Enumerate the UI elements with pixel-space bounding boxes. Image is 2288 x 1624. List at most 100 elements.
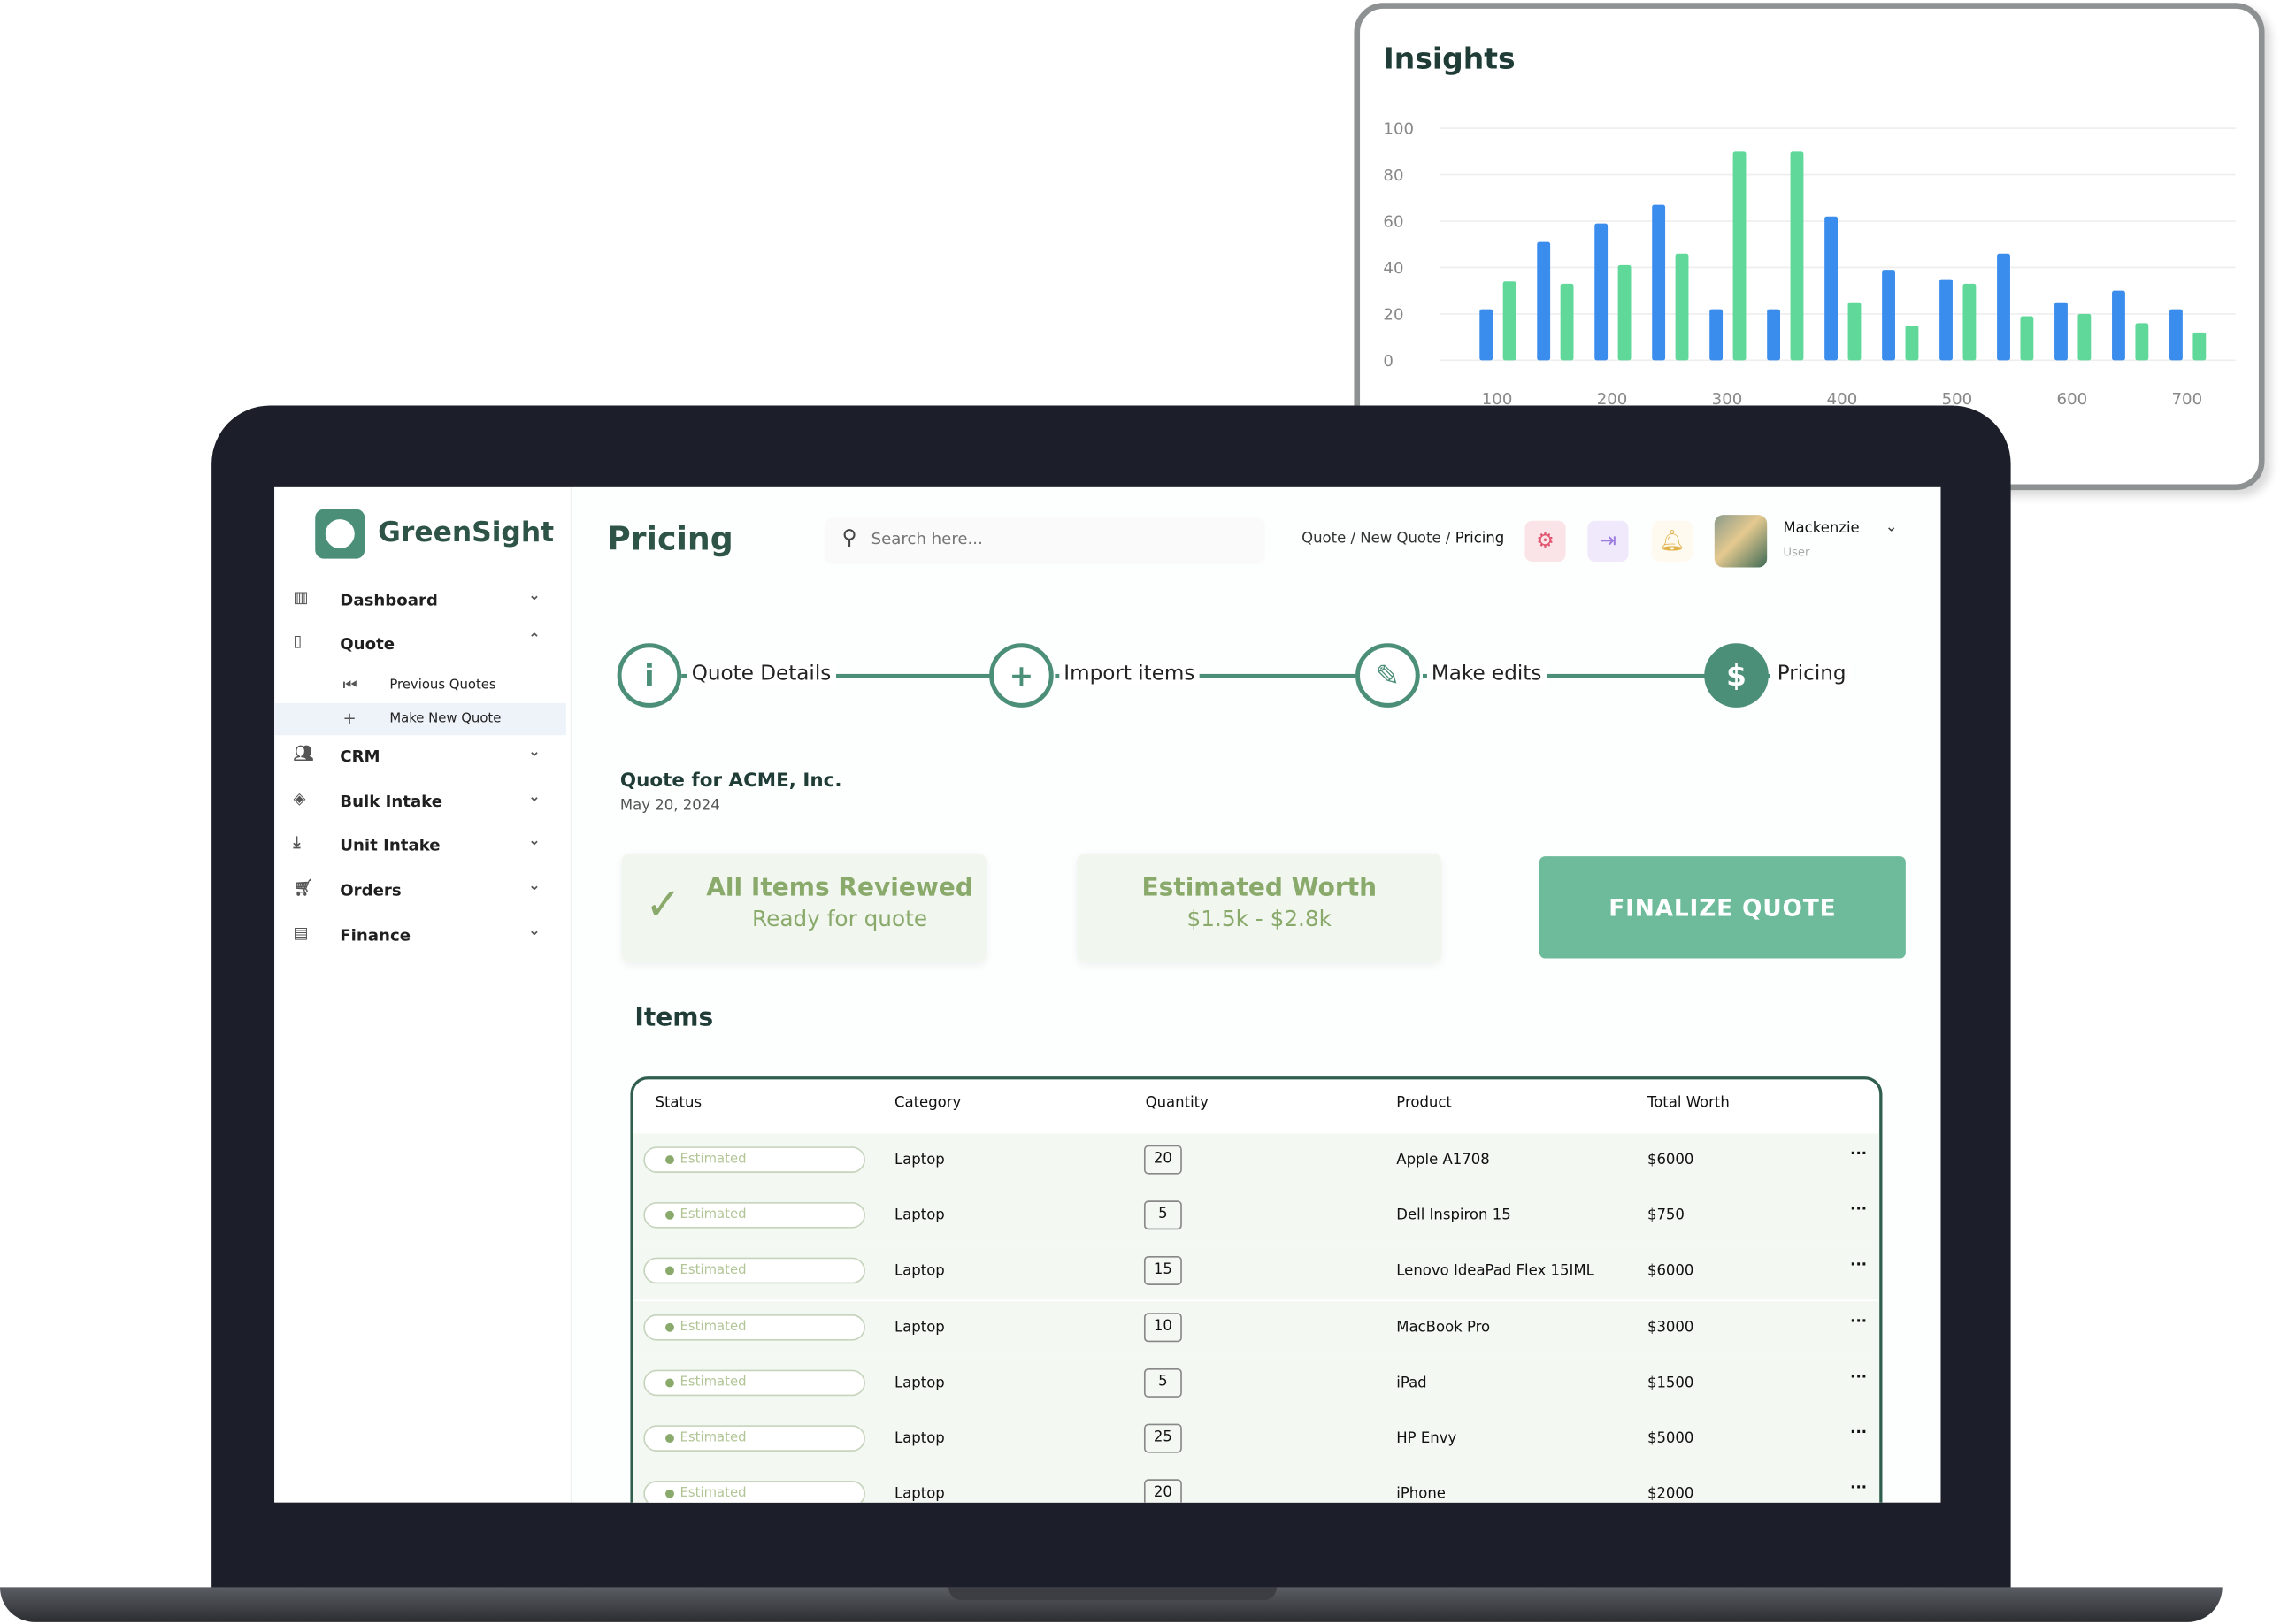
items-reviewed-card: ✓ All Items Reviewed Ready for quote xyxy=(621,853,987,963)
col-category[interactable]: Category xyxy=(894,1096,961,1112)
step-label-4[interactable]: Pricing xyxy=(1772,662,1851,686)
settings-button[interactable]: ⚙ xyxy=(1524,520,1566,562)
greensight-logo-icon[interactable] xyxy=(315,509,365,559)
status-badge: Estimated xyxy=(643,1425,865,1452)
table-row[interactable]: Estimated Laptop 10 MacBook Pro $3000 ··… xyxy=(633,1300,1880,1357)
table-row[interactable]: Estimated Laptop 25 HP Envy $5000 ··· xyxy=(633,1412,1880,1468)
more-options-icon[interactable]: ··· xyxy=(1850,1369,1867,1385)
more-options-icon[interactable]: ··· xyxy=(1850,1481,1867,1497)
pencil-icon[interactable]: ✎ xyxy=(1355,643,1420,708)
user-name[interactable]: Mackenzie xyxy=(1783,521,1859,537)
col-quantity[interactable]: Quantity xyxy=(1146,1096,1209,1112)
sidebar-item-quote[interactable]: ▯ Quote ⌃ xyxy=(274,627,566,663)
logout-button[interactable]: ⇥ xyxy=(1587,520,1629,562)
table-row[interactable]: Estimated Laptop 5 Dell Inspiron 15 $750… xyxy=(633,1189,1880,1245)
plus-icon[interactable]: + xyxy=(989,643,1054,708)
step-label-2[interactable]: Import items xyxy=(1059,662,1200,686)
cell-category: Laptop xyxy=(894,1207,945,1224)
sidebar-subitem-label: Previous Quotes xyxy=(389,678,496,693)
bar-series2-500 xyxy=(1962,283,1977,361)
status-badge: Estimated xyxy=(643,1146,865,1173)
reviewed-subtitle: Ready for quote xyxy=(752,906,928,932)
col-product[interactable]: Product xyxy=(1396,1096,1452,1112)
cell-product: iPhone xyxy=(1396,1486,1446,1503)
col-total-worth[interactable]: Total Worth xyxy=(1647,1096,1730,1112)
sidebar-subitem-previous-quotes[interactable]: ⏮︎ Previous Quotes xyxy=(274,670,566,701)
sidebar-subitem-make-new-quote[interactable]: + Make New Quote xyxy=(274,702,566,736)
step-label-3[interactable]: Make edits xyxy=(1426,662,1547,686)
cell-total-worth: $750 xyxy=(1647,1207,1685,1224)
users-icon: 👥︎ xyxy=(293,744,314,763)
table-row[interactable]: Estimated Laptop 20 iPhone $2000 ··· xyxy=(633,1467,1880,1503)
y-tick-label: 20 xyxy=(1383,306,1403,325)
bar-series1-500 xyxy=(1939,279,1953,361)
more-options-icon[interactable]: ··· xyxy=(1850,1425,1867,1441)
quantity-field[interactable]: 5 xyxy=(1143,1367,1182,1398)
sidebar-item-bulk-intake[interactable]: ◈ Bulk Intake ⌄ xyxy=(274,785,566,820)
estimated-worth-card: Estimated Worth $1.5k - $2.8k xyxy=(1077,853,1442,963)
chevron-up-icon[interactable]: ⌃ xyxy=(528,632,541,647)
quantity-field[interactable]: 25 xyxy=(1143,1423,1182,1453)
breadcrumb-quote[interactable]: Quote xyxy=(1301,531,1346,547)
worth-value: $1.5k - $2.8k xyxy=(1186,906,1332,932)
more-options-icon[interactable]: ··· xyxy=(1850,1314,1867,1329)
bar-series1-150 xyxy=(1537,241,1551,361)
table-row[interactable]: Estimated Laptop 5 iPad $1500 ··· xyxy=(633,1356,1880,1413)
quantity-field[interactable]: 20 xyxy=(1143,1145,1182,1175)
bar-series2-150 xyxy=(1560,283,1574,361)
notifications-button[interactable]: 🔔︎ xyxy=(1651,520,1693,562)
more-options-icon[interactable]: ··· xyxy=(1850,1258,1867,1274)
finalize-quote-button[interactable]: FINALIZE QUOTE xyxy=(1539,856,1906,959)
cell-category: Laptop xyxy=(894,1375,945,1392)
sidebar: GreenSight ▥ Dashboard ⌄ ▯ Quote ⌃ 👥︎ CR… xyxy=(274,486,572,1503)
bar-series2-600 xyxy=(2077,313,2092,361)
gear-icon: ⚙ xyxy=(1536,529,1555,554)
cell-category: Laptop xyxy=(894,1430,945,1448)
cell-total-worth: $1500 xyxy=(1647,1375,1694,1392)
table-row[interactable]: Estimated Laptop 15 Lenovo IdeaPad Flex … xyxy=(633,1245,1880,1301)
chevron-down-icon[interactable]: ⌄ xyxy=(528,588,541,604)
user-role: User xyxy=(1783,545,1810,559)
chevron-down-icon[interactable]: ⌄ xyxy=(1885,519,1898,535)
y-tick-label: 80 xyxy=(1383,166,1403,185)
sidebar-item-label: Orders xyxy=(340,881,402,900)
status-badge: Estimated xyxy=(643,1258,865,1284)
sidebar-item-unit-intake[interactable]: ⤓ Unit Intake ⌄ xyxy=(274,829,566,864)
quantity-field[interactable]: 15 xyxy=(1143,1256,1182,1286)
chevron-down-icon[interactable]: ⌄ xyxy=(528,878,541,894)
chevron-down-icon[interactable]: ⌄ xyxy=(528,789,541,805)
chevron-down-icon[interactable]: ⌄ xyxy=(528,833,541,849)
search-box[interactable]: ⚲ xyxy=(824,517,1265,565)
cell-product: iPad xyxy=(1396,1375,1427,1392)
y-tick-label: 100 xyxy=(1383,120,1414,139)
more-options-icon[interactable]: ··· xyxy=(1850,1146,1867,1162)
avatar[interactable] xyxy=(1714,515,1768,568)
bar-series2-350 xyxy=(1790,151,1804,361)
info-icon[interactable]: i xyxy=(617,643,682,708)
checkmark-icon: ✓ xyxy=(644,879,682,931)
search-input[interactable] xyxy=(871,529,1222,549)
col-status[interactable]: Status xyxy=(655,1096,702,1112)
quote-title: Quote for ACME, Inc. xyxy=(619,770,842,793)
quantity-field[interactable]: 10 xyxy=(1143,1312,1182,1342)
more-options-icon[interactable]: ··· xyxy=(1850,1202,1867,1218)
bar-series1-600 xyxy=(2054,302,2068,361)
breadcrumb-new-quote[interactable]: New Quote xyxy=(1360,531,1440,547)
y-tick-label: 40 xyxy=(1383,259,1403,278)
bar-series1-550 xyxy=(1997,253,2010,361)
chevron-down-icon[interactable]: ⌄ xyxy=(528,923,541,939)
dollar-icon[interactable]: $ xyxy=(1704,643,1769,708)
step-label-1[interactable]: Quote Details xyxy=(687,662,836,686)
quantity-field[interactable]: 20 xyxy=(1143,1479,1182,1503)
sidebar-item-crm[interactable]: 👥︎ CRM ⌄ xyxy=(274,739,566,775)
dashboard-icon: ▥ xyxy=(293,587,309,608)
quantity-field[interactable]: 5 xyxy=(1143,1200,1182,1230)
sidebar-item-dashboard[interactable]: ▥ Dashboard ⌄ xyxy=(274,584,566,619)
status-badge: Estimated xyxy=(643,1314,865,1340)
sidebar-item-orders[interactable]: 🛒︎ Orders ⌄ xyxy=(274,874,566,909)
bar-series1-650 xyxy=(2112,290,2125,361)
sidebar-item-label: CRM xyxy=(340,747,380,766)
table-row[interactable]: Estimated Laptop 20 Apple A1708 $6000 ··… xyxy=(633,1133,1880,1190)
sidebar-item-finance[interactable]: ▤ Finance ⌄ xyxy=(274,919,566,954)
chevron-down-icon[interactable]: ⌄ xyxy=(528,744,541,760)
